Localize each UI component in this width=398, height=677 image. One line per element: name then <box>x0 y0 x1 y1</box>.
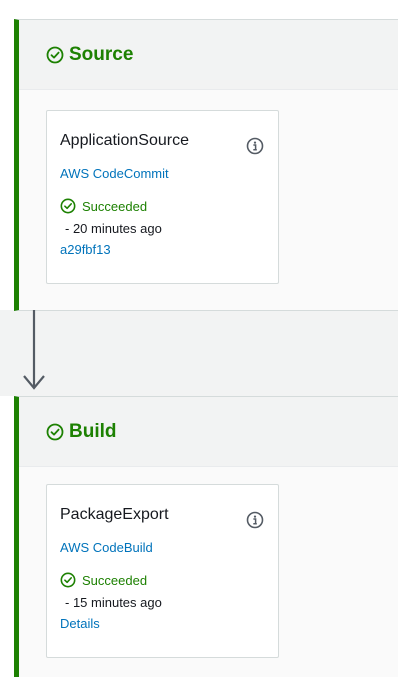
provider-link[interactable]: AWS CodeCommit <box>60 165 278 182</box>
info-icon[interactable] <box>246 511 264 529</box>
check-circle-icon <box>60 572 76 588</box>
info-icon[interactable] <box>246 137 264 155</box>
time-ago: - 20 minutes ago <box>65 221 162 236</box>
stage-title: Build <box>46 421 117 443</box>
details-link[interactable]: Details <box>60 615 278 632</box>
arrow-down-icon <box>23 310 45 390</box>
stage-header: Build <box>19 397 398 467</box>
time-ago: - 15 minutes ago <box>65 595 162 610</box>
status-text: Succeeded <box>82 572 148 588</box>
status-row: Succeeded <box>60 197 278 215</box>
stage-body: PackageExport AWS CodeBuild Succeeded - … <box>19 467 398 677</box>
check-circle-icon <box>46 46 64 63</box>
check-circle-icon <box>60 198 76 214</box>
stage-title-text: Build <box>69 420 117 442</box>
action-card: PackageExport AWS CodeBuild Succeeded - … <box>46 484 279 658</box>
stage-body: ApplicationSource AWS CodeCommit Succeed… <box>19 90 398 310</box>
pipeline-canvas: Source ApplicationSource AWS CodeCommit … <box>0 0 398 677</box>
commit-id-link[interactable]: a29fbf13 <box>60 241 278 258</box>
provider-link[interactable]: AWS CodeBuild <box>60 539 278 556</box>
transition-band <box>0 310 398 396</box>
stage-source: Source ApplicationSource AWS CodeCommit … <box>14 19 398 311</box>
status-text: Succeeded <box>82 198 148 214</box>
action-card: ApplicationSource AWS CodeCommit Succeed… <box>46 110 279 284</box>
stage-title-text: Source <box>69 43 134 65</box>
stage-header: Source <box>19 20 398 90</box>
check-circle-icon <box>46 423 64 440</box>
stage-build: Build PackageExport AWS CodeBuild Succee… <box>14 396 398 677</box>
status-row: Succeeded <box>60 571 278 589</box>
stage-title: Source <box>46 44 133 66</box>
